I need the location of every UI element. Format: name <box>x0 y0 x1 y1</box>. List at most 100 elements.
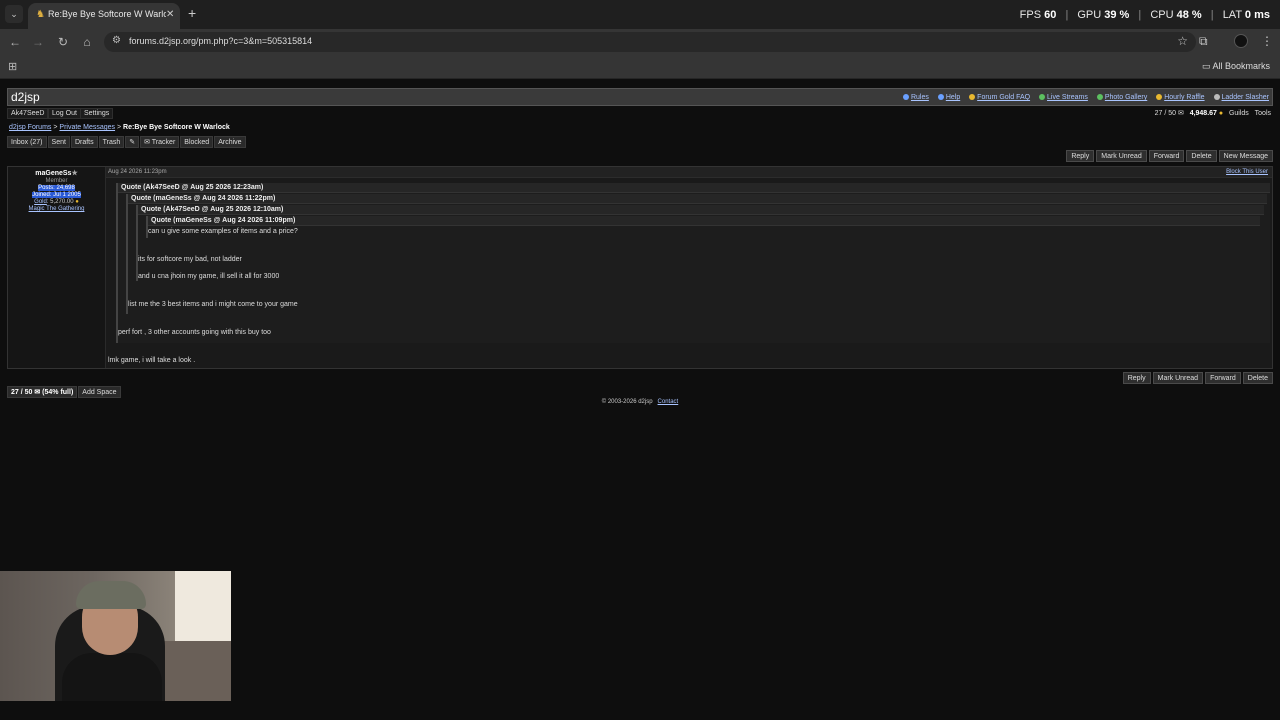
apps-grid-icon[interactable]: ⊞ <box>8 60 17 73</box>
logout-link[interactable]: Log Out <box>48 108 81 119</box>
browser-tab[interactable]: ♞ Re:Bye Bye Softcore W Warlock ✕ <box>28 3 180 29</box>
webcam-person-cap <box>76 581 146 609</box>
settings-link[interactable]: Settings <box>80 108 114 119</box>
webcam-window-light <box>175 571 231 651</box>
forward-button-bottom[interactable]: Forward <box>1205 372 1241 384</box>
tab-close-icon[interactable]: ✕ <box>166 9 174 20</box>
author-name[interactable]: maGeneSs★ <box>8 169 105 177</box>
bottom-action-bar: Reply Mark Unread Forward Delete <box>1121 372 1273 384</box>
tab-blocked[interactable]: Blocked <box>180 136 214 148</box>
user-bar: Ak47SeeD Log Out Settings 27 / 50 ✉ 4,94… <box>7 108 1273 119</box>
menu-kebab-icon[interactable]: ⋮ <box>1261 34 1273 48</box>
storage-bar: 27 / 50 ✉ (54% full) Add Space <box>7 386 122 398</box>
tab-search-chevron-icon[interactable]: ⌄ <box>5 5 23 23</box>
help-link[interactable]: Help <box>937 94 960 101</box>
mark-unread-button[interactable]: Mark Unread <box>1096 150 1147 162</box>
reply-button-bottom[interactable]: Reply <box>1122 372 1151 384</box>
message-box: maGeneSs★ Member Posts: 24,698 Joined: J… <box>7 166 1273 369</box>
bookmarks-bar: ⊞ ▭ All Bookmarks <box>0 55 1280 79</box>
quote-1-text: perf fort , 3 other accounts going with … <box>118 329 271 336</box>
url-text[interactable]: forums.d2jsp.org/pm.php?c=3&m=505315814 <box>129 36 312 46</box>
raffle-icon <box>1156 94 1163 100</box>
envelope-icon: ✉ <box>1177 110 1184 117</box>
tab-tracker[interactable]: ✉ Tracker <box>140 136 180 148</box>
forward-button[interactable]: Forward <box>1148 150 1185 162</box>
profile-avatar-icon[interactable] <box>1234 34 1248 48</box>
tab-archive[interactable]: Archive <box>214 136 246 148</box>
gold-coin-icon: ● <box>1218 110 1224 117</box>
message-date: Aug 24 2026 11:23pm <box>108 169 167 175</box>
delete-button[interactable]: Delete <box>1186 150 1217 162</box>
back-arrow-icon[interactable]: ← <box>7 34 23 50</box>
quote-4-header: Quote (maGeneSs @ Aug 24 2026 11:09pm) <box>148 216 1260 226</box>
home-icon[interactable]: ⌂ <box>79 34 95 50</box>
webcam-person-body <box>62 653 162 701</box>
tab-title: Re:Bye Bye Softcore W Warlock <box>48 9 166 19</box>
performance-overlay: FPS 60 | GPU 39 % | CPU 48 % | LAT 0 ms <box>1019 9 1270 21</box>
new-message-button[interactable]: New Message <box>1218 150 1273 162</box>
quote-1-header: Quote (Ak47SeeD @ Aug 25 2026 12:23am) <box>118 183 1270 193</box>
copyright-footer: © 2003-2026 d2jsp Contact <box>0 399 1280 405</box>
author-joined: Joined: Jul 1 2005 <box>32 192 81 198</box>
tab-trash[interactable]: Trash <box>98 136 125 148</box>
photo-gallery-icon <box>1096 94 1103 100</box>
address-bar-row: ← → ↻ ⌂ ⚙ forums.d2jsp.org/pm.php?c=3&m=… <box>0 29 1280 55</box>
forward-arrow-icon[interactable]: → <box>30 34 46 50</box>
username-link[interactable]: Ak47SeeD <box>7 108 49 119</box>
block-user-link[interactable]: Block This User <box>1226 169 1268 175</box>
author-role: Member <box>45 178 68 184</box>
gold-balance: 4,948.67 <box>1189 110 1217 117</box>
storage-capacity: 27 / 50 ✉ (54% full) <box>7 386 78 398</box>
folder-icon: ▭ <box>1201 61 1211 71</box>
tab-sent[interactable]: Sent <box>47 136 70 148</box>
breadcrumb-private-messages[interactable]: Private Messages <box>59 124 115 131</box>
url-omnibox[interactable]: ⚙ forums.d2jsp.org/pm.php?c=3&m=50531581… <box>104 32 1196 52</box>
site-logo[interactable]: d2jsp <box>11 90 40 104</box>
user-stats: 27 / 50 ✉ 4,948.67 ● Guilds Tools <box>1155 109 1271 117</box>
top-action-bar: Reply Mark Unread Forward Delete New Message <box>1064 150 1273 162</box>
mark-unread-button-bottom[interactable]: Mark Unread <box>1152 372 1204 384</box>
tab-inbox[interactable]: Inbox (27) <box>7 136 47 148</box>
star-icon: ★ <box>71 170 78 177</box>
quote-level-4: Quote (maGeneSs @ Aug 24 2026 11:09pm) <box>146 216 1260 238</box>
ladder-slasher-link[interactable]: Ladder Slasher <box>1213 94 1269 101</box>
contact-link[interactable]: Contact <box>658 399 679 405</box>
sword-icon <box>1213 94 1220 100</box>
quote-2-header: Quote (maGeneSs @ Aug 24 2026 11:22pm) <box>128 194 1267 204</box>
pm-count[interactable]: 27 / 50 <box>1155 110 1176 117</box>
breadcrumb-current: Re:Bye Bye Softcore W Warlock <box>123 124 230 131</box>
d2jsp-favicon-icon: ♞ <box>36 9 45 20</box>
rules-link[interactable]: Rules <box>902 94 929 101</box>
author-gold: Gold: 5,270.00 ● <box>34 199 79 205</box>
add-space-button[interactable]: Add Space <box>78 386 121 398</box>
pm-folder-tabs: Inbox (27) Sent Drafts Trash ✎ ✉ Tracker Block… <box>7 136 247 148</box>
site-info-icon[interactable]: ⚙ <box>112 35 121 46</box>
compose-icon[interactable]: ✎ <box>125 136 140 148</box>
reply-button[interactable]: Reply <box>1066 150 1095 162</box>
extensions-puzzle-icon[interactable]: ⧉ <box>1199 34 1208 49</box>
breadcrumb: d2jsp Forums > Private Messages > Re:Bye… <box>9 124 230 131</box>
author-posts: Posts: 24,698 <box>38 185 75 191</box>
live-streams-icon <box>1039 94 1046 100</box>
live-streams-link[interactable]: Live Streams <box>1039 94 1088 101</box>
message-body: lmk game, i will take a look . <box>108 357 196 364</box>
delete-button-bottom[interactable]: Delete <box>1242 372 1273 384</box>
author-guild[interactable]: Magic The Gathering <box>8 206 105 212</box>
guilds-link[interactable]: Guilds <box>1229 110 1249 117</box>
gold-coin-icon <box>969 94 976 100</box>
tab-drafts[interactable]: Drafts <box>70 136 98 148</box>
breadcrumb-forums[interactable]: d2jsp Forums <box>9 124 51 131</box>
bookmark-star-icon[interactable]: ☆ <box>1177 34 1188 48</box>
copyright-text: © 2003-2026 d2jsp <box>601 399 653 405</box>
forum-gold-faq-link[interactable]: Forum Gold FAQ <box>969 94 1030 101</box>
webcam-overlay <box>0 571 231 701</box>
tools-link[interactable]: Tools <box>1255 110 1271 117</box>
hourly-raffle-link[interactable]: Hourly Raffle <box>1156 94 1205 101</box>
new-tab-button[interactable]: + <box>188 5 196 21</box>
quote-3-text-2: and u cna jhoin my game, ill sell it all… <box>138 273 280 280</box>
quote-2-text: list me the 3 best items and i might com… <box>128 301 298 308</box>
photo-gallery-link[interactable]: Photo Gallery <box>1096 94 1147 101</box>
message-header: Aug 24 2026 11:23pm Block This User <box>106 167 1272 178</box>
all-bookmarks-button[interactable]: ▭ All Bookmarks <box>1202 61 1270 72</box>
reload-icon[interactable]: ↻ <box>55 34 71 50</box>
